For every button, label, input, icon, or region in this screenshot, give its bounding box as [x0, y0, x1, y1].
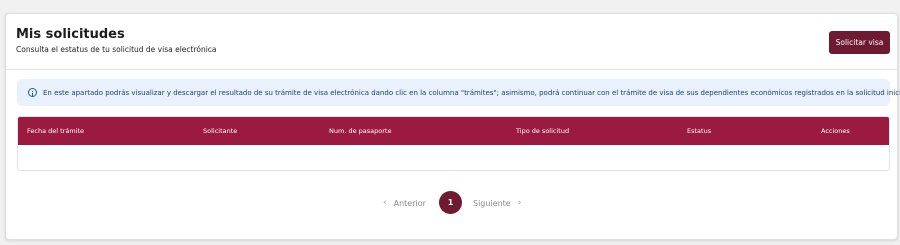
requests-card: Mis solicitudes Consulta el estatus de t…	[5, 13, 900, 240]
page-number-current[interactable]: 1	[439, 191, 462, 214]
next-page-label: Siguiente	[473, 198, 511, 208]
column-header-status[interactable]: Estatus	[687, 117, 711, 145]
info-alert: En este apartado podrás visualizar y des…	[17, 79, 900, 106]
request-visa-button[interactable]: Solicitar visa	[829, 31, 890, 54]
info-alert-text: En este apartado podrás visualizar y des…	[43, 88, 900, 97]
table-body-empty	[18, 145, 889, 170]
column-header-date[interactable]: Fecha del trámite	[27, 117, 84, 145]
chevron-right-icon: ›	[517, 198, 522, 208]
pagination: ‹ Anterior 1 Siguiente ›	[6, 191, 897, 215]
previous-page-button[interactable]: ‹ Anterior	[383, 191, 426, 215]
page-subtitle: Consulta el estatus de tu solicitud de v…	[16, 45, 217, 54]
card-header: Mis solicitudes Consulta el estatus de t…	[6, 14, 897, 70]
previous-page-label: Anterior	[393, 198, 426, 208]
column-header-request-type[interactable]: Tipo de solicitud	[516, 117, 569, 145]
page-title: Mis solicitudes	[16, 27, 125, 42]
table-header: Fecha del trámite Solicitante Num. de pa…	[18, 117, 889, 145]
requests-table: Fecha del trámite Solicitante Num. de pa…	[17, 116, 890, 171]
next-page-button[interactable]: Siguiente ›	[473, 191, 521, 215]
column-header-passport[interactable]: Num. de pasaporte	[329, 117, 391, 145]
info-icon	[28, 88, 37, 97]
column-header-actions[interactable]: Acciones	[821, 117, 850, 145]
column-header-applicant[interactable]: Solicitante	[203, 117, 237, 145]
chevron-left-icon: ‹	[383, 198, 387, 208]
